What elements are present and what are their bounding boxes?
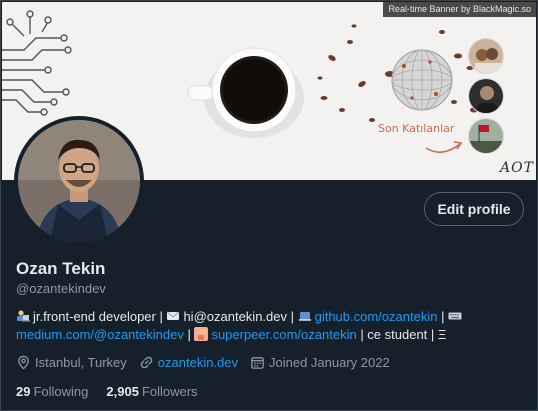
github-link[interactable]: github.com/ozantekin [315, 309, 438, 324]
bio-separator: | [183, 327, 195, 342]
recent-follower-avatar [468, 118, 504, 154]
joined-item: Joined January 2022 [250, 355, 390, 370]
location-text: Istanbul, Turkey [35, 355, 127, 370]
circuit-lines [2, 16, 66, 113]
bio-role: jr.front-end developer | [33, 309, 167, 324]
keyboard-icon [448, 312, 462, 320]
bio-education: | ce student | Ξ [356, 327, 447, 342]
recent-follower-avatar [468, 78, 504, 114]
follow-stats: 29 Following 2,905 Followers [16, 384, 216, 399]
website-link[interactable]: ozantekin.dev [158, 355, 238, 370]
calendar-icon [251, 357, 264, 369]
profile-avatar[interactable] [14, 116, 144, 246]
following-label: Following [33, 384, 89, 399]
laptop-icon [298, 312, 311, 321]
following-count: 29 [16, 384, 31, 399]
link-icon [140, 356, 153, 369]
followers-link[interactable]: 2,905 Followers [106, 384, 197, 399]
globe-graphic [391, 49, 453, 111]
arrow-graphic [425, 143, 461, 153]
bio-separator: | [437, 309, 449, 324]
laptop-person-icon [17, 310, 30, 322]
location-item: Istanbul, Turkey [16, 355, 127, 370]
person-raising-hand-icon [194, 327, 209, 341]
location-pin-icon [18, 355, 29, 370]
joined-text: Joined January 2022 [269, 355, 390, 370]
envelope-icon [167, 311, 180, 320]
avatar-photo [18, 120, 140, 242]
profile-handle: @ozantekindev [16, 281, 106, 296]
recent-followers-caption: Son Katılanlar [378, 122, 455, 135]
bio-email: hi@ozantekin.dev | [183, 309, 298, 324]
recent-follower-avatar [468, 38, 504, 74]
following-link[interactable]: 29 Following [16, 384, 88, 399]
banner-credit: Real-time Banner by BlackMagic.so [383, 2, 536, 17]
coffee-cup-image [187, 47, 304, 138]
banner-signature: AOT [500, 160, 534, 176]
website-item: ozantekin.dev [139, 355, 238, 370]
medium-link[interactable]: medium.com/@ozantekindev [16, 327, 184, 342]
edit-profile-button[interactable]: Edit profile [424, 192, 524, 226]
followers-label: Followers [141, 384, 198, 399]
profile-bio: jr.front-end developer | hi@ozantekin.de… [16, 308, 522, 344]
profile-name: Ozan Tekin [16, 259, 106, 278]
profile-meta: Istanbul, Turkey ozantekin.dev Joined Ja… [16, 355, 402, 370]
superpeer-link[interactable]: superpeer.com/ozantekin [211, 327, 356, 342]
followers-count: 2,905 [106, 384, 139, 399]
